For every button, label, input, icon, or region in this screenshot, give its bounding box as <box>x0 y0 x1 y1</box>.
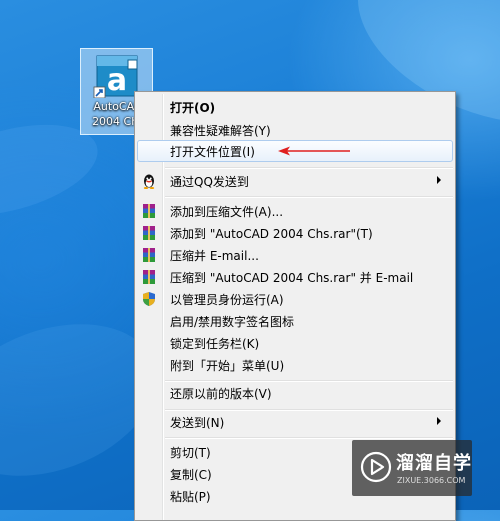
menu-item-label: 以管理员身份运行(A) <box>170 293 284 307</box>
menu-item-label: 锁定到任务栏(K) <box>170 337 260 351</box>
menu-item-label: 通过QQ发送到 <box>170 175 249 189</box>
uac-shield-icon <box>143 292 155 306</box>
winrar-icon <box>143 248 155 262</box>
menu-item-pin-to-taskbar[interactable]: 锁定到任务栏(K) <box>137 332 453 354</box>
menu-item-label: 打开(O) <box>170 101 216 115</box>
menu-item-restore-previous[interactable]: 还原以前的版本(V) <box>137 382 453 404</box>
menu-item-label: 添加到 "AutoCAD 2004 Chs.rar"(T) <box>170 227 373 241</box>
menu-item-open[interactable]: 打开(O) <box>137 96 453 118</box>
menu-item-label: 添加到压缩文件(A)... <box>170 205 284 219</box>
menu-item-add-to-rar[interactable]: 添加到 "AutoCAD 2004 Chs.rar"(T) <box>137 222 453 244</box>
qq-penguin-icon <box>143 174 155 189</box>
menu-item-send-to[interactable]: 发送到(N) <box>137 411 453 433</box>
menu-separator <box>165 196 453 198</box>
watermark-logo: 溜溜自学 ZIXUE.3066.COM <box>352 440 472 496</box>
menu-item-label: 发送到(N) <box>170 416 225 430</box>
menu-item-add-to-archive[interactable]: 添加到压缩文件(A)... <box>137 200 453 222</box>
menu-separator <box>165 437 453 439</box>
menu-item-compress-to-rar-email[interactable]: 压缩到 "AutoCAD 2004 Chs.rar" 并 E-mail <box>137 266 453 288</box>
play-icon <box>360 451 392 483</box>
menu-item-label: 压缩并 E-mail... <box>170 249 259 263</box>
menu-item-label: 附到「开始」菜单(U) <box>170 359 285 373</box>
menu-item-label: 粘贴(P) <box>170 490 211 504</box>
winrar-icon <box>143 270 155 284</box>
watermark-subtitle: ZIXUE.3066.COM <box>397 476 466 485</box>
menu-item-pin-to-start[interactable]: 附到「开始」菜单(U) <box>137 354 453 376</box>
winrar-icon <box>143 226 155 240</box>
menu-item-toggle-signature-icon[interactable]: 启用/禁用数字签名图标 <box>137 310 453 332</box>
submenu-arrow-icon <box>437 176 441 184</box>
menu-item-compat-troubleshoot[interactable]: 兼容性疑难解答(Y) <box>137 119 453 141</box>
menu-item-label: 兼容性疑难解答(Y) <box>170 124 271 138</box>
winrar-icon <box>143 204 155 218</box>
menu-item-label: 还原以前的版本(V) <box>170 387 272 401</box>
menu-item-label: 压缩到 "AutoCAD 2004 Chs.rar" 并 E-mail <box>170 271 414 285</box>
menu-item-label: 剪切(T) <box>170 446 211 460</box>
menu-item-label: 启用/禁用数字签名图标 <box>170 315 295 329</box>
menu-item-label: 打开文件位置(I) <box>170 145 255 159</box>
menu-item-label: 复制(C) <box>170 468 212 482</box>
red-arrow-annotation <box>278 146 350 156</box>
svg-text:a: a <box>107 63 127 98</box>
watermark-title: 溜溜自学 <box>396 453 472 474</box>
menu-separator <box>165 167 453 169</box>
submenu-arrow-icon <box>437 417 441 425</box>
menu-item-send-via-qq[interactable]: 通过QQ发送到 <box>137 170 453 192</box>
menu-item-run-as-admin[interactable]: 以管理员身份运行(A) <box>137 288 453 310</box>
menu-item-compress-email[interactable]: 压缩并 E-mail... <box>137 244 453 266</box>
